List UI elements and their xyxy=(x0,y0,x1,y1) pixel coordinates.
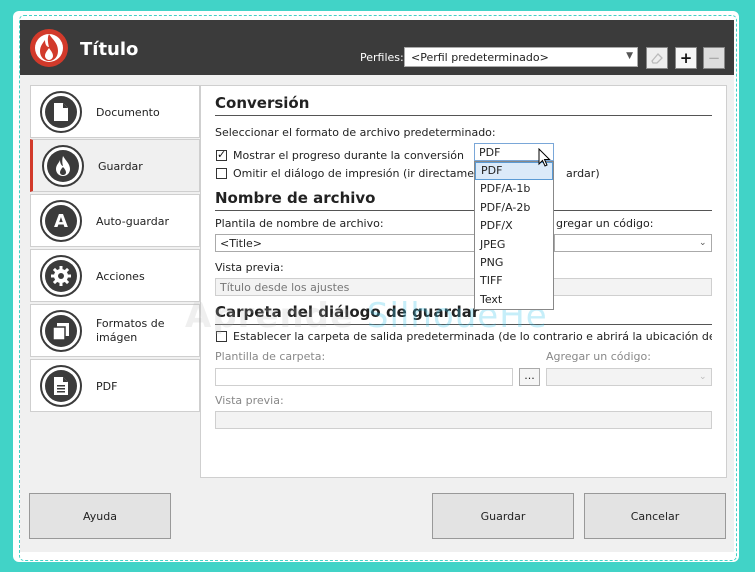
app-logo-icon xyxy=(30,29,68,67)
title-bar: Título Perfiles: <Perfil predeterminado>… xyxy=(20,20,734,75)
pdf-file-icon xyxy=(45,370,77,402)
rename-profile-button[interactable] xyxy=(646,47,668,69)
sidebar-item-guardar[interactable]: Guardar xyxy=(30,139,200,192)
add-profile-button[interactable]: + xyxy=(675,47,697,69)
format-option-png[interactable]: PNG xyxy=(475,254,553,272)
format-option-pdfa2b[interactable]: PDF/A-2b xyxy=(475,199,553,217)
document-icon xyxy=(45,96,77,128)
sidebar-item-label: Auto-guardar xyxy=(96,215,169,228)
format-option-text[interactable]: Text xyxy=(475,291,553,309)
chevron-down-icon: ⌄ xyxy=(699,238,707,248)
sidebar-item-label: PDF xyxy=(96,380,118,393)
format-option-pdfa1b[interactable]: PDF/A-1b xyxy=(475,180,553,198)
chevron-down-icon: ⌄ xyxy=(699,372,707,382)
sidebar-item-auto-guardar[interactable]: A Auto-guardar xyxy=(30,194,200,247)
profiles-label: Perfiles: xyxy=(360,51,404,64)
folder-add-code-select[interactable] xyxy=(546,368,712,386)
gear-icon-ring xyxy=(40,255,82,297)
skip-print-label: Omitir el diálogo de impresión (ir direc… xyxy=(233,167,493,180)
conversion-heading: Conversión xyxy=(215,94,310,112)
skip-print-label-tail: ardar) xyxy=(566,167,600,180)
section-divider xyxy=(215,115,712,116)
flame-icon xyxy=(47,150,79,182)
show-progress-label: Mostrar el progreso durante la conversió… xyxy=(233,149,464,162)
sidebar: Documento Guardar A Auto-guardar Accione… xyxy=(30,85,200,412)
filename-template-label: Plantila de nombre de archivo: xyxy=(215,217,384,230)
filename-add-code-label: gregar un código: xyxy=(556,217,654,230)
settings-window: Título Perfiles: <Perfil predeterminado>… xyxy=(20,20,734,552)
save-button[interactable]: Guardar xyxy=(432,493,574,539)
folder-add-code-label: Agregar un código: xyxy=(546,350,651,363)
format-label: Seleccionar el formato de archivo predet… xyxy=(215,126,496,139)
chevron-down-icon: ▼ xyxy=(626,51,633,61)
format-option-tiff[interactable]: TIFF xyxy=(475,272,553,290)
sidebar-item-formatos-imagen[interactable]: Formatos de imágen xyxy=(30,304,200,357)
filename-add-code-select[interactable] xyxy=(554,234,712,252)
cancel-button[interactable]: Cancelar xyxy=(584,493,726,539)
mouse-pointer-icon xyxy=(538,148,551,167)
pdf-file-icon-ring xyxy=(40,365,82,407)
copy-pages-icon xyxy=(45,315,77,347)
window-title: Título xyxy=(80,39,139,60)
letter-a-icon-ring: A xyxy=(40,200,82,242)
browse-folder-button[interactable]: ... xyxy=(519,368,540,386)
sidebar-item-label: Documento xyxy=(96,106,160,119)
watermark-text: Aprende xyxy=(185,296,367,336)
section-divider xyxy=(215,210,712,211)
profile-select[interactable]: <Perfil predeterminado> ▼ xyxy=(404,47,638,67)
gear-icon xyxy=(45,260,77,292)
filename-preview-label: Vista previa: xyxy=(215,261,284,274)
eraser-icon xyxy=(651,53,663,64)
format-option-jpeg[interactable]: JPEG xyxy=(475,236,553,254)
filename-template-input[interactable]: <Title> xyxy=(215,234,476,252)
profile-select-value: <Perfil predeterminado> xyxy=(411,51,549,64)
sidebar-item-label: Acciones xyxy=(96,270,145,283)
settings-panel: Conversión Seleccionar el formato de arc… xyxy=(200,85,727,478)
format-select-value: PDF xyxy=(479,146,501,159)
document-icon-ring xyxy=(40,91,82,133)
sidebar-item-acciones[interactable]: Acciones xyxy=(30,249,200,302)
minus-icon: − xyxy=(707,49,721,67)
letter-a-icon: A xyxy=(45,205,77,237)
sidebar-item-label: Formatos de imágen xyxy=(96,317,165,344)
format-option-pdfx[interactable]: PDF/X xyxy=(475,217,553,235)
show-progress-checkbox[interactable] xyxy=(216,148,227,161)
sidebar-item-pdf[interactable]: PDF xyxy=(30,359,200,412)
filename-heading: Nombre de archivo xyxy=(215,189,376,207)
sidebar-item-documento[interactable]: Documento xyxy=(30,85,200,138)
plus-icon: + xyxy=(679,49,693,67)
folder-preview-label: Vista previa: xyxy=(215,394,284,407)
skip-print-checkbox[interactable] xyxy=(216,168,227,179)
folder-preview-field xyxy=(215,411,712,429)
sidebar-item-label: Guardar xyxy=(98,160,143,173)
folder-template-input[interactable] xyxy=(215,368,513,386)
flame-icon-ring xyxy=(42,145,84,187)
folder-template-label: Plantilla de carpeta: xyxy=(215,350,326,363)
copy-pages-icon-ring xyxy=(40,310,82,352)
format-dropdown-list: PDF PDF/A-1b PDF/A-2b PDF/X JPEG PNG TIF… xyxy=(474,161,554,311)
remove-profile-button[interactable]: − xyxy=(703,47,725,69)
filename-preview-field: Título desde los ajustes xyxy=(215,278,712,296)
help-button[interactable]: Ayuda xyxy=(29,493,171,539)
